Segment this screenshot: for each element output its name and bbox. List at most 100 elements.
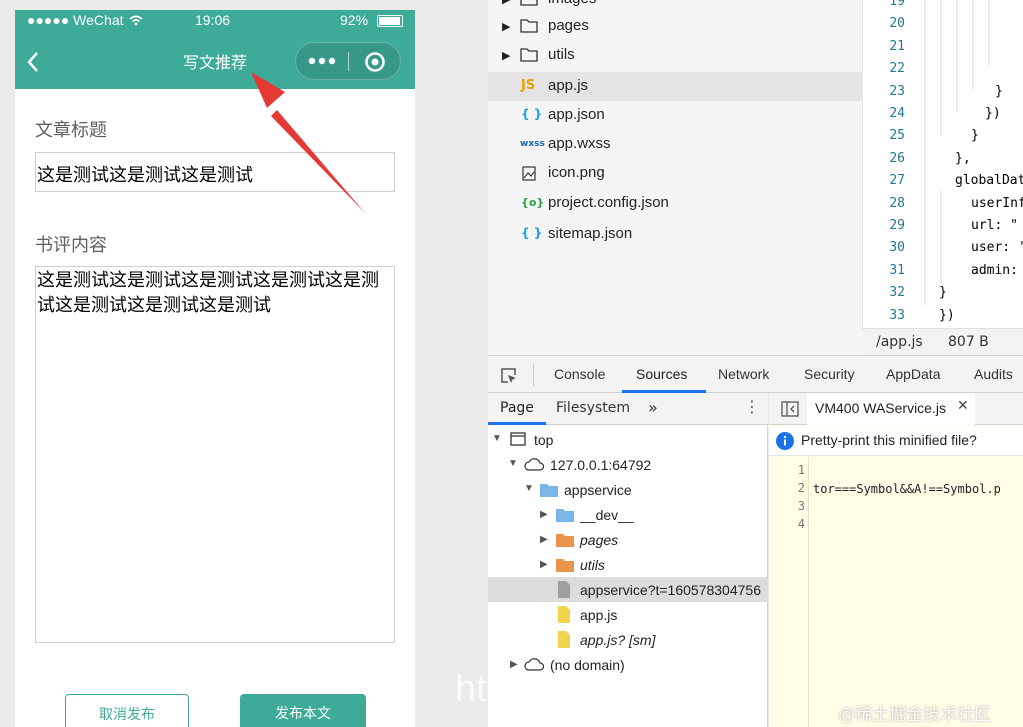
folder-icon [556, 559, 574, 572]
tree-row-appservice[interactable]: ▼ appservice [488, 478, 768, 503]
tree-row-top[interactable]: ▼ top [488, 428, 768, 453]
file-item-utils[interactable]: ▶ utils [488, 41, 862, 70]
file-explorer: ▶ images ▶ pages ▶ utils JS app.js { } a… [488, 0, 862, 355]
line-number: 3 [797, 499, 805, 513]
js-file-icon [558, 606, 570, 623]
editor-tab-bar: VM400 WAService.js ✕ [769, 393, 1023, 425]
tab-audits[interactable]: Audits [974, 366, 1013, 382]
more-tabs-button[interactable]: » [648, 398, 658, 417]
source-editor[interactable]: VM400 WAService.js ✕ Pretty-print this m… [769, 393, 1023, 727]
line-number: 2 [797, 481, 805, 495]
editor-status-bar: /app.js 807 B [862, 328, 1023, 355]
tab-console[interactable]: Console [554, 366, 605, 382]
editor-tab-label: VM400 WAService.js [815, 400, 946, 416]
file-item-icon-png[interactable]: icon.png [488, 159, 862, 188]
current-file-path: /app.js [876, 334, 923, 350]
code-editor[interactable]: 19 20 21 22 23} 24}) 25} 26}, 27 globalDat 28 userI… [862, 0, 1023, 330]
line-number: 31 [889, 262, 905, 278]
file-item-project-config[interactable]: {o} project.config.json [488, 189, 862, 218]
line-number: 28 [889, 195, 905, 211]
image-file-icon [522, 166, 536, 181]
indent-guides [924, 0, 990, 305]
tab-sources[interactable]: Sources [636, 366, 687, 382]
editor-gutter [769, 457, 809, 727]
wxss-file-icon: wxss [520, 139, 545, 149]
tab-page[interactable]: Page [500, 400, 534, 416]
js-file-icon: JS [521, 78, 536, 93]
file-item-sitemap-json[interactable]: { } sitemap.json [488, 220, 862, 249]
line-number: 1 [797, 463, 805, 477]
line-number: 25 [889, 128, 905, 144]
tree-row-pages[interactable]: ▶ pages [488, 528, 768, 553]
editor-tab[interactable]: VM400 WAService.js ✕ [807, 393, 975, 425]
frame-icon [510, 432, 526, 446]
line-number: 29 [889, 218, 905, 233]
kebab-menu-icon[interactable]: ⋮ [744, 397, 760, 416]
tab-divider [533, 364, 534, 386]
line-number: 19 [889, 0, 905, 9]
tab-security[interactable]: Security [804, 366, 855, 382]
devtools-tab-bar: Console Sources Network Security AppData… [488, 355, 1023, 393]
folder-icon [556, 534, 574, 547]
tab-appdata[interactable]: AppData [886, 366, 940, 382]
file-icon [558, 581, 570, 598]
info-icon [776, 432, 794, 450]
folder-icon [540, 484, 558, 497]
tree-row-utils[interactable]: ▶ utils [488, 553, 768, 578]
tree-row-appservice-file[interactable]: appservice?t=160578304756 [488, 578, 768, 603]
folder-icon [520, 0, 538, 6]
tree-row-app-js[interactable]: app.js [488, 603, 768, 628]
tab-filesystem[interactable]: Filesystem [556, 400, 630, 416]
file-item-app-json[interactable]: { } app.json [488, 101, 862, 130]
code-line-2: tor===Symbol&&A!==Symbol.p [813, 482, 1001, 496]
annotation-arrow [251, 72, 365, 213]
line-number: 21 [889, 38, 905, 54]
line-number: 22 [889, 61, 905, 77]
caret-down-icon: ▼ [492, 433, 502, 444]
caret-right-icon: ▶ [540, 559, 548, 570]
folder-icon [520, 48, 538, 62]
config-file-icon: {o} [521, 196, 545, 209]
tree-row-host[interactable]: ▼ 127.0.0.1:64792 [488, 453, 768, 478]
line-number: 32 [889, 285, 905, 301]
pretty-print-prompt[interactable]: Pretty-print this minified file? [801, 432, 977, 448]
navigator-tabs: Page Filesystem » ⋮ [488, 393, 768, 425]
close-tab-icon[interactable]: ✕ [957, 398, 969, 414]
active-tab-underline [488, 422, 546, 425]
folder-icon [556, 509, 574, 522]
caret-right-icon: ▶ [502, 20, 511, 33]
folder-icon [520, 19, 538, 33]
toggle-navigator-icon[interactable] [781, 401, 799, 417]
tab-network[interactable]: Network [718, 366, 769, 382]
json-file-icon: { } [521, 226, 543, 240]
caret-right-icon: ▶ [540, 534, 548, 545]
publish-button[interactable]: 发布本文 [240, 694, 366, 727]
file-item-app-wxss[interactable]: wxss app.wxss [488, 130, 862, 159]
caret-right-icon: ▶ [502, 0, 510, 6]
inspect-element-icon[interactable] [500, 367, 518, 385]
caret-right-icon: ▶ [540, 509, 548, 520]
caret-down-icon: ▼ [524, 483, 534, 494]
line-number: 23 [889, 83, 905, 99]
caret-right-icon: ▶ [502, 49, 511, 62]
line-number: 26 [889, 150, 905, 166]
phone-simulator: ●●●●● WeChat 19:06 92% 写文推荐 文章标题 这是测试这是测… [15, 10, 415, 727]
js-file-icon [558, 631, 570, 648]
cancel-publish-button[interactable]: 取消发布 [65, 694, 189, 727]
review-content-textarea[interactable]: 这是测试这是测试这是测试这是测试这是测试这是测试这是测试这是测试 [35, 266, 395, 643]
file-size: 807 B [948, 334, 989, 350]
json-file-icon: { } [521, 107, 543, 121]
tree-row-dev[interactable]: ▶ __dev__ [488, 503, 768, 528]
line-number: 27 [889, 173, 905, 189]
line-number: 24 [889, 106, 905, 121]
juejin-watermark: @稀土掘金技术社区 [838, 705, 992, 724]
caret-down-icon: ▼ [508, 458, 518, 469]
line-number: 33 [889, 307, 905, 323]
file-item-pages[interactable]: ▶ pages [488, 12, 862, 41]
pretty-print-banner: Pretty-print this minified file? [769, 426, 1023, 456]
file-item-app-js[interactable]: JS app.js [488, 72, 862, 101]
line-number: 20 [889, 16, 905, 32]
line-number: 30 [889, 240, 905, 256]
tree-row-app-js-sm[interactable]: app.js? [sm] [488, 628, 768, 653]
cloud-icon [524, 458, 544, 471]
